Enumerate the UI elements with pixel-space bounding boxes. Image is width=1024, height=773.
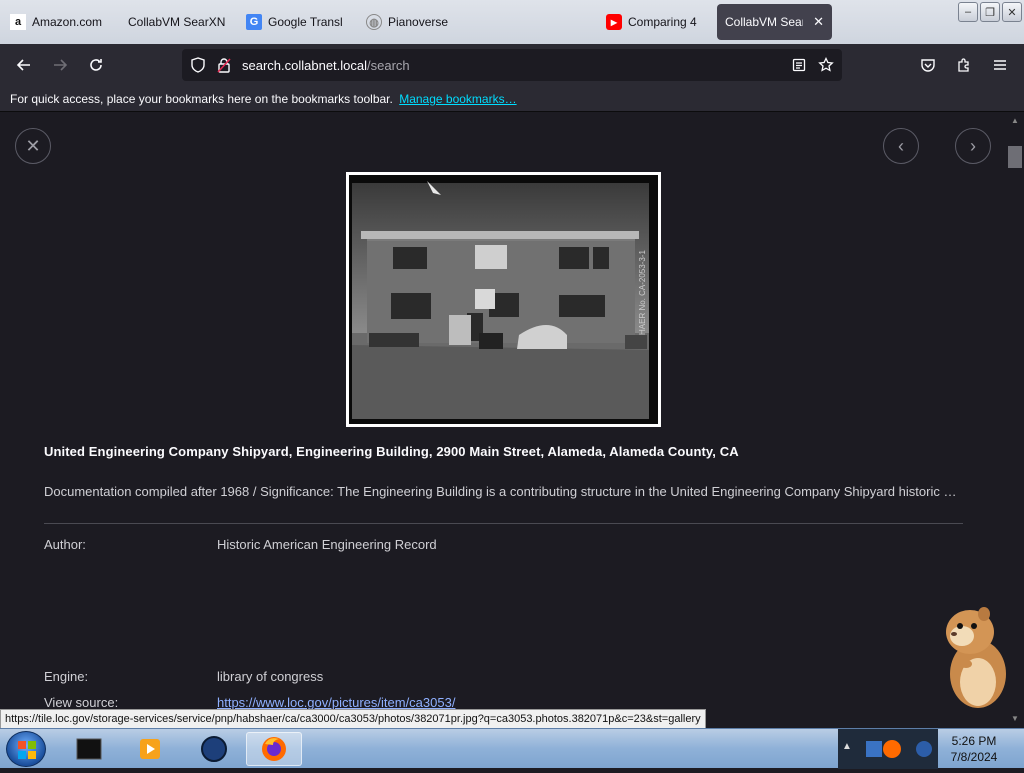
taskbar-app-firefox[interactable] bbox=[246, 732, 302, 766]
tab-label: Pianoverse bbox=[388, 15, 449, 29]
author-value: Historic American Engineering Record bbox=[217, 537, 437, 552]
bookmark-star-icon[interactable] bbox=[818, 57, 834, 73]
system-tray: ▲ bbox=[838, 729, 938, 769]
windows-logo-icon bbox=[18, 741, 36, 759]
url-path: /search bbox=[367, 58, 410, 73]
start-button[interactable] bbox=[6, 731, 46, 767]
bookmarks-toolbar: For quick access, place your bookmarks h… bbox=[0, 86, 1024, 112]
next-image-button[interactable]: › bbox=[955, 128, 991, 164]
tab-strip: a Amazon.com CollabVM SearXN G Google Tr… bbox=[0, 0, 1024, 44]
svg-text:HAER No. CA-2053-3-1: HAER No. CA-2053-3-1 bbox=[638, 250, 647, 335]
close-preview-button[interactable]: ✕ bbox=[15, 128, 51, 164]
link-status-bar: https://tile.loc.gov/storage-services/se… bbox=[0, 709, 706, 729]
manage-bookmarks-link[interactable]: Manage bookmarks… bbox=[399, 92, 516, 106]
tab-collabvm-searxng[interactable]: CollabVM SearXN bbox=[128, 4, 232, 40]
bookmarks-hint: For quick access, place your bookmarks h… bbox=[10, 92, 393, 106]
extensions-button[interactable] bbox=[948, 49, 980, 81]
clock-time: 5:26 PM bbox=[951, 734, 997, 748]
building-photo: HAER No. CA-2053-3-1 bbox=[349, 175, 658, 424]
insecure-lock-icon[interactable] bbox=[216, 57, 232, 73]
tab-collabvm-search-active[interactable]: CollabVM Sear ✕ bbox=[717, 4, 832, 40]
tab-label: CollabVM SearXN bbox=[128, 15, 226, 29]
scroll-down-arrow-icon[interactable]: ▼ bbox=[1006, 714, 1024, 726]
tab-label: Comparing 4 bbox=[628, 15, 697, 29]
author-label: Author: bbox=[44, 537, 86, 552]
tab-label: CollabVM Sear bbox=[725, 15, 804, 29]
window-controls: – ❐ ✕ bbox=[958, 2, 1022, 22]
forward-arrow-icon bbox=[54, 59, 68, 71]
address-bar[interactable]: search.collabnet.local/search bbox=[182, 49, 842, 81]
firefox-icon bbox=[262, 737, 286, 761]
close-icon: ✕ bbox=[25, 135, 41, 156]
view-source-label: View source: bbox=[44, 695, 119, 710]
chevron-right-icon: › bbox=[970, 135, 976, 156]
pianoverse-icon: ◍ bbox=[366, 14, 382, 30]
clock-date: 7/8/2024 bbox=[950, 750, 998, 764]
page-content: ✕ ‹ › HAER No. CA-2053-3-1 United Engine… bbox=[0, 112, 1006, 728]
globe-icon bbox=[201, 736, 227, 762]
tab-amazon[interactable]: a Amazon.com bbox=[10, 4, 120, 40]
chevron-left-icon: ‹ bbox=[898, 135, 904, 156]
taskbar-app-media-player[interactable] bbox=[122, 732, 178, 766]
engine-label: Engine: bbox=[44, 669, 89, 684]
scroll-up-arrow-icon[interactable]: ▲ bbox=[1006, 116, 1024, 128]
hamburger-menu-icon bbox=[994, 60, 1006, 70]
back-arrow-icon bbox=[16, 59, 30, 71]
reload-icon bbox=[90, 59, 102, 71]
taskbar-clock[interactable]: 5:26 PM 7/8/2024 bbox=[938, 733, 1010, 765]
tab-label: Google Transl bbox=[268, 15, 343, 29]
result-title: United Engineering Company Shipyard, Eng… bbox=[44, 444, 739, 459]
tab-youtube[interactable]: ▶ Comparing 4 bbox=[606, 4, 710, 40]
url-host: search.collabnet.local bbox=[242, 58, 368, 73]
building-photo-graphic: HAER No. CA-2053-3-1 bbox=[349, 175, 658, 424]
youtube-icon: ▶ bbox=[606, 14, 622, 30]
puzzle-piece-icon bbox=[958, 58, 969, 72]
scroll-thumb[interactable] bbox=[1008, 146, 1022, 168]
navigation-toolbar: search.collabnet.local/search bbox=[0, 44, 1024, 86]
forward-button[interactable] bbox=[44, 49, 76, 81]
google-translate-icon: G bbox=[246, 14, 262, 30]
taskbar-app-globe[interactable] bbox=[186, 732, 242, 766]
engine-value: library of congress bbox=[217, 669, 324, 684]
minimize-button[interactable]: – bbox=[958, 2, 978, 22]
url-text: search.collabnet.local/search bbox=[242, 58, 410, 73]
amazon-icon: a bbox=[10, 14, 26, 30]
tab-google-translate[interactable]: G Google Transl bbox=[246, 4, 350, 40]
windows-taskbar: ▲ 5:26 PM 7/8/2024 bbox=[0, 728, 1024, 769]
tracking-protection-shield-icon[interactable] bbox=[190, 57, 206, 73]
result-description: Documentation compiled after 1968 / Sign… bbox=[44, 484, 957, 499]
pocket-icon bbox=[921, 59, 935, 72]
tray-expand-icon[interactable]: ▲ bbox=[842, 741, 852, 752]
app-menu-button[interactable] bbox=[984, 49, 1016, 81]
media-player-icon bbox=[140, 739, 160, 759]
taskbar-app-terminal[interactable] bbox=[62, 732, 118, 766]
tray-apps-icon[interactable] bbox=[864, 737, 908, 761]
previous-image-button[interactable]: ‹ bbox=[883, 128, 919, 164]
restore-button[interactable]: ❐ bbox=[980, 2, 1000, 22]
close-window-button[interactable]: ✕ bbox=[1002, 2, 1022, 22]
view-source-link[interactable]: https://www.loc.gov/pictures/item/ca3053… bbox=[217, 695, 455, 710]
reload-button[interactable] bbox=[80, 49, 112, 81]
result-image[interactable]: HAER No. CA-2053-3-1 bbox=[346, 172, 661, 427]
tab-pianoverse[interactable]: ◍ Pianoverse bbox=[366, 4, 476, 40]
hamster-mascot-icon bbox=[946, 607, 1006, 708]
tab-label: Amazon.com bbox=[32, 15, 103, 29]
reader-view-icon[interactable] bbox=[792, 58, 806, 72]
back-button[interactable] bbox=[8, 49, 40, 81]
divider bbox=[44, 523, 963, 524]
terminal-icon bbox=[76, 738, 102, 760]
close-tab-icon[interactable]: ✕ bbox=[813, 14, 824, 30]
network-icon[interactable] bbox=[914, 739, 934, 759]
pocket-button[interactable] bbox=[912, 49, 944, 81]
